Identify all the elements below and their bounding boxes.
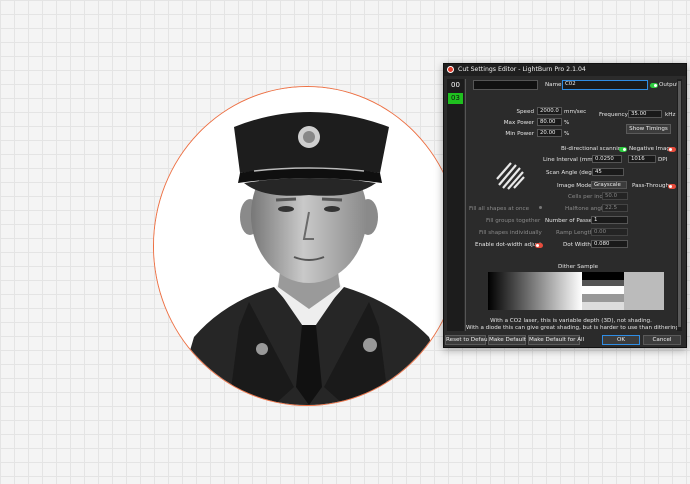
image-mode-label: Image Mode [557,183,592,189]
ok-button[interactable]: OK [602,335,640,345]
halftone-angle-label: Halftone angle [565,206,606,212]
line-interval-label: Line Interval (mm) [543,157,595,163]
name-input[interactable]: C02 [562,80,648,90]
fill-all-shapes-radio[interactable] [539,206,542,209]
title-bar[interactable]: Cut Settings Editor - LightBurn Pro 2.1.… [444,64,686,76]
ramp-length-input[interactable]: 0.00 [591,228,628,236]
speed-unit: mm/sec [564,109,587,115]
max-power-unit: % [564,120,570,126]
layer-item-03[interactable]: 03 [448,93,463,104]
cancel-button[interactable]: Cancel [643,335,681,345]
scan-angle-input[interactable]: 45 [592,168,624,176]
layer-color-swatch [473,80,538,90]
frequency-label: Frequency [599,112,628,118]
make-default-button[interactable]: Make Default [488,335,526,345]
layer-list: 00 03 [447,79,464,331]
dpi-input[interactable]: 1016 [628,155,656,163]
show-timings-button[interactable]: Show Timings [626,124,671,134]
speed-label: Speed [516,109,534,115]
pass-through-label: Pass-Through [632,183,670,189]
output-label: Output [659,82,679,88]
halftone-angle-input[interactable]: 22.5 [602,204,628,212]
negative-image-toggle[interactable] [668,147,676,152]
bidirectional-label: Bi-directional scanning [561,146,625,152]
engrave-shape-circle[interactable] [153,86,461,406]
cut-settings-dialog: Cut Settings Editor - LightBurn Pro 2.1.… [443,63,687,348]
divider [465,79,466,331]
cells-per-inch-input[interactable]: 50.0 [602,192,628,200]
min-power-input[interactable]: 20.00 [537,129,562,137]
pass-through-toggle[interactable] [668,184,676,189]
ramp-length-label: Ramp Length [556,230,594,236]
dot-width-label: Dot Width [563,242,591,248]
dither-sample-label: Dither Sample [558,264,599,270]
min-power-label: Min Power [505,131,534,137]
window-title: Cut Settings Editor - LightBurn Pro 2.1.… [458,66,586,73]
layer-item-00[interactable]: 00 [448,80,463,91]
number-of-passes-label: Number of Passes [545,218,596,224]
negative-image-label: Negative Image [629,146,674,152]
line-interval-input[interactable]: 0.0250 [592,155,622,163]
cells-per-inch-label: Cells per inch [568,194,606,200]
fill-all-shapes-label: Fill all shapes at once [469,206,530,212]
frequency-unit: kHz [665,112,676,118]
scrollbar-thumb[interactable] [678,81,681,327]
lightburn-logo-icon [447,66,454,73]
scan-angle-preview-icon [491,157,529,193]
info-line-1: With a CO2 laser, this is variable depth… [490,318,652,324]
dpi-unit: DPI [658,157,668,163]
scan-angle-label: Scan Angle (deg) [546,170,594,176]
reset-to-default-button[interactable]: Reset to Default [445,335,491,345]
name-label: Name [545,82,562,88]
frequency-input[interactable]: 35.00 [628,110,662,118]
speed-input[interactable]: 2000.0 [537,107,562,115]
number-of-passes-input[interactable]: 1 [591,216,628,224]
dot-width-adjust-toggle[interactable] [535,243,543,248]
image-mode-select[interactable]: Grayscale [591,181,627,189]
fill-shapes-individually-label: Fill shapes individually [479,230,542,236]
dither-sample-image [488,272,664,310]
max-power-input[interactable]: 80.00 [537,118,562,126]
max-power-label: Max Power [503,120,534,126]
info-line-2: With a diode this can give great shading… [466,325,681,331]
fill-groups-label: Fill groups together [486,218,541,224]
min-power-unit: % [564,131,570,137]
make-default-for-all-button[interactable]: Make Default for All [528,335,584,345]
dot-width-input[interactable]: 0.080 [591,240,628,248]
portrait-image [154,87,460,405]
output-toggle[interactable] [650,83,658,88]
scrollbar[interactable] [677,79,682,331]
bidirectional-toggle[interactable] [619,147,627,152]
dot-width-adjust-label: Enable dot-width adjust [475,242,542,248]
